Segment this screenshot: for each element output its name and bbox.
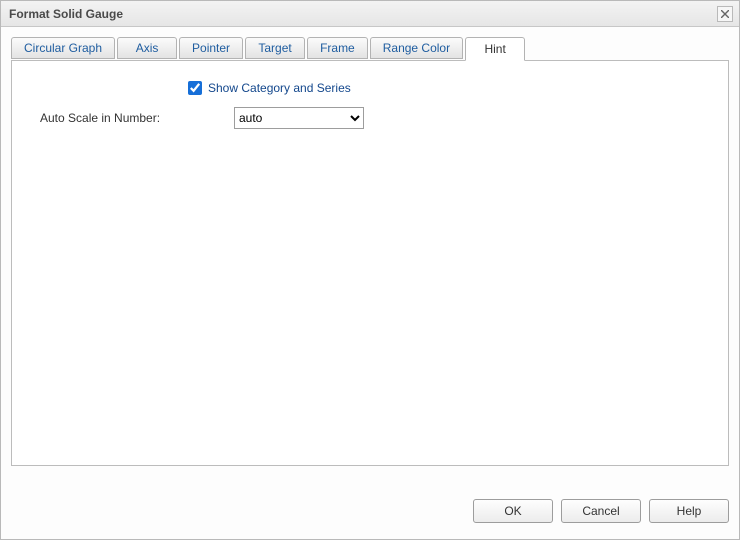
tab-frame[interactable]: Frame — [307, 37, 368, 59]
help-button[interactable]: Help — [649, 499, 729, 523]
close-icon — [721, 10, 729, 18]
show-category-checkbox[interactable] — [188, 81, 202, 95]
auto-scale-input-cell: auto — [234, 107, 364, 129]
cancel-button[interactable]: Cancel — [561, 499, 641, 523]
auto-scale-select[interactable]: auto — [234, 107, 364, 129]
auto-scale-label: Auto Scale in Number: — [28, 111, 234, 125]
tab-range-color[interactable]: Range Color — [370, 37, 463, 59]
dialog-content: Circular Graph Axis Pointer Target Frame… — [1, 27, 739, 466]
tab-hint[interactable]: Hint — [465, 37, 525, 61]
hint-panel: Show Category and Series Auto Scale in N… — [11, 60, 729, 466]
tab-target[interactable]: Target — [245, 37, 305, 59]
tab-circular-graph[interactable]: Circular Graph — [11, 37, 115, 59]
titlebar: Format Solid Gauge — [1, 1, 739, 27]
show-category-row: Show Category and Series — [28, 81, 712, 95]
show-category-label[interactable]: Show Category and Series — [208, 81, 351, 95]
format-solid-gauge-dialog: Format Solid Gauge Circular Graph Axis P… — [0, 0, 740, 540]
tab-pointer[interactable]: Pointer — [179, 37, 243, 59]
button-row: OK Cancel Help — [473, 499, 729, 523]
ok-button[interactable]: OK — [473, 499, 553, 523]
tab-axis[interactable]: Axis — [117, 37, 177, 59]
dialog-title: Format Solid Gauge — [9, 7, 717, 21]
close-button[interactable] — [717, 6, 733, 22]
auto-scale-row: Auto Scale in Number: auto — [28, 107, 712, 129]
tab-row: Circular Graph Axis Pointer Target Frame… — [11, 37, 729, 61]
